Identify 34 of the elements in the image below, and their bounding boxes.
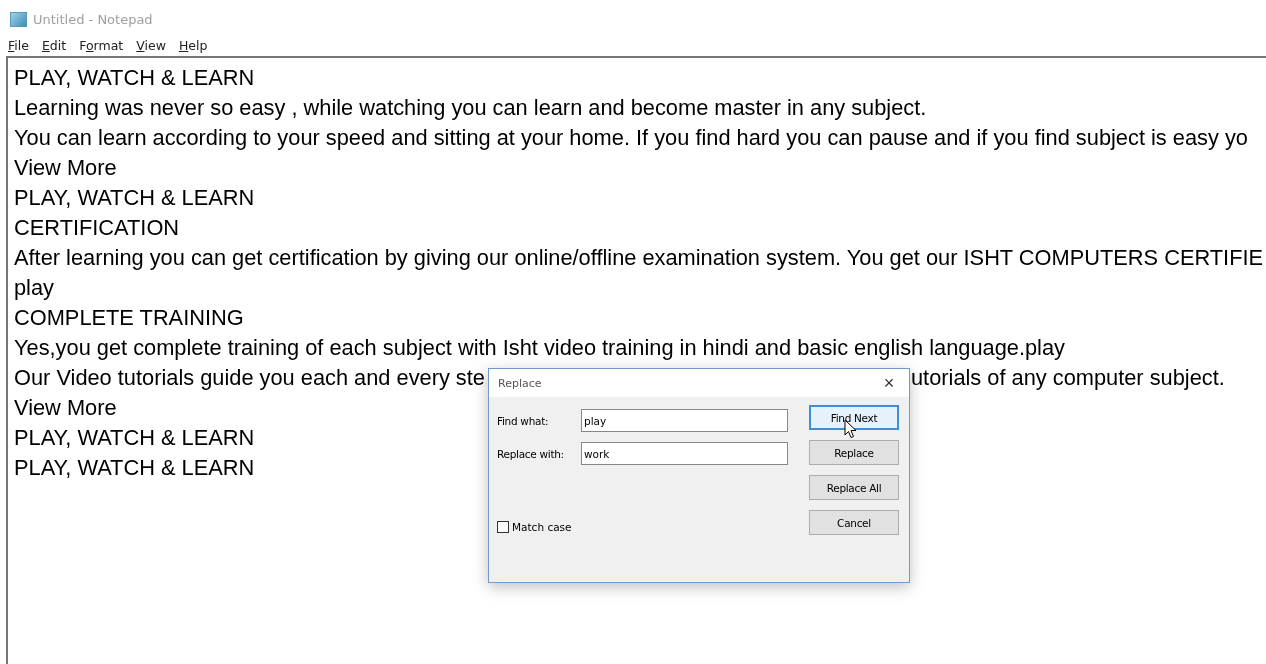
text-line: PLAY, WATCH & LEARN bbox=[14, 455, 255, 481]
dialog-button[interactable]: Replace bbox=[809, 440, 899, 465]
text-line: utorials of any computer subject. bbox=[911, 365, 1225, 391]
text-line: You can learn according to your speed and sitting at your home. If you find hard you can pause and if you find subject is easy yo bbox=[14, 125, 1248, 151]
text-line: PLAY, WATCH & LEARN bbox=[14, 425, 255, 451]
checkbox-label: Match case bbox=[512, 521, 572, 533]
text-line: After learning you can get certification by giving our online/offline examination system. You get our ISHT COMPUTERS CERTIFIE bbox=[14, 245, 1264, 271]
checkbox[interactable] bbox=[497, 521, 509, 533]
input-field[interactable]: work bbox=[581, 442, 788, 465]
window-title: Untitled - Notepad bbox=[33, 11, 153, 27]
menu-item[interactable]: View bbox=[136, 37, 166, 53]
menu-item[interactable]: Format bbox=[79, 37, 124, 53]
input-field[interactable]: play bbox=[581, 409, 788, 432]
dialog-button[interactable]: Replace All bbox=[809, 475, 899, 500]
field-label: Find what: bbox=[497, 414, 550, 427]
dialog-button[interactable]: Find Next bbox=[809, 405, 899, 430]
text-line: CERTIFICATION bbox=[14, 215, 180, 241]
menu-item[interactable]: Edit bbox=[41, 37, 67, 53]
notepad-icon bbox=[10, 11, 27, 27]
menu-item[interactable]: File bbox=[8, 37, 29, 53]
menu-item[interactable]: Help bbox=[178, 37, 208, 53]
text-line: Our Video tutorials guide you each and every ste bbox=[14, 365, 485, 390]
text-line: PLAY, WATCH & LEARN bbox=[14, 185, 255, 211]
text-line: COMPLETE TRAINING bbox=[14, 305, 244, 331]
text-line: PLAY, WATCH & LEARN bbox=[14, 65, 255, 91]
text-line: play bbox=[14, 275, 54, 301]
text-line: Yes,you get complete training of each subject with Isht video training in hindi and basic english language.play bbox=[14, 335, 1065, 361]
text-line: View More bbox=[14, 155, 117, 181]
text-line: Learning was never so easy , while watching you can learn and become master in any subject. bbox=[14, 95, 927, 121]
close-button[interactable]: × bbox=[869, 369, 909, 397]
field-label: Replace with: bbox=[497, 447, 565, 460]
dialog-button[interactable]: Cancel bbox=[809, 510, 899, 535]
text-line: View More bbox=[14, 395, 117, 421]
dialog-title: Replace bbox=[498, 376, 542, 390]
